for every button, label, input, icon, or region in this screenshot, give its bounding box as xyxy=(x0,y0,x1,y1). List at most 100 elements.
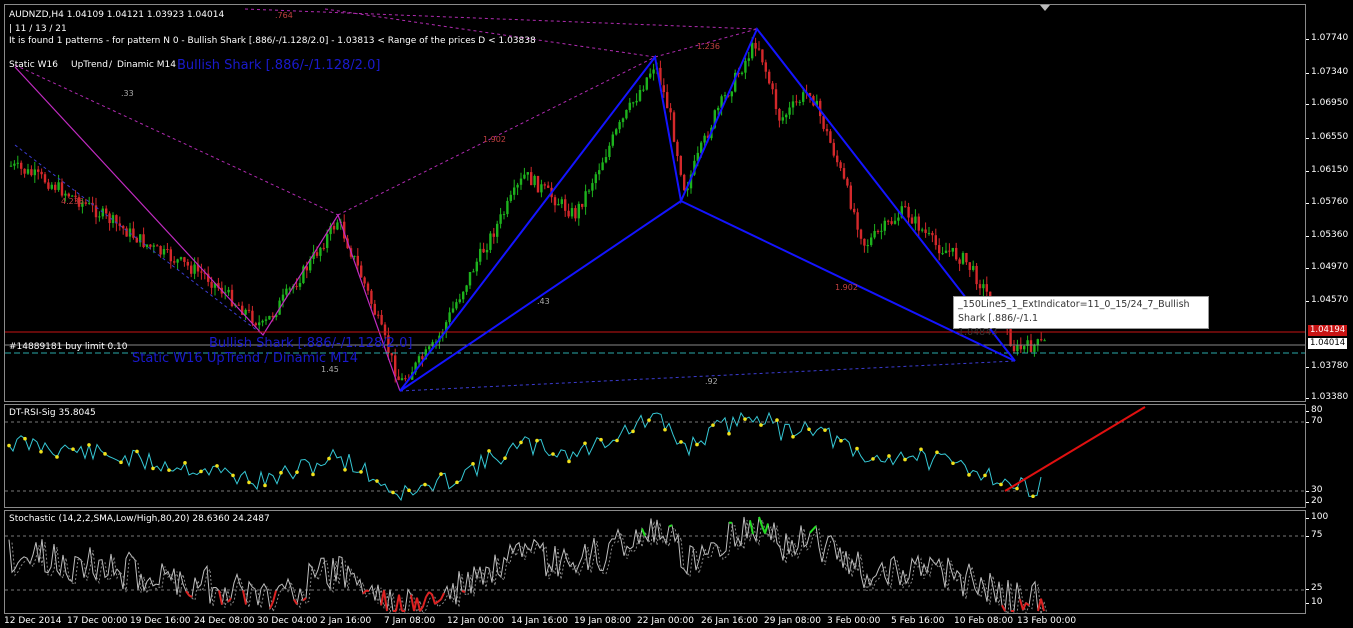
rsi-signal-dot xyxy=(199,469,203,474)
price-chart-panel[interactable]: AUDNZD,H4 1.04109 1.04121 1.03923 1.0401… xyxy=(4,4,1306,402)
fib-145: 1.45 xyxy=(321,365,339,374)
rsi-signal-dot xyxy=(695,442,699,447)
stochastic-label: Stochastic (14,2,2,SMA,Low/High,80,20) 2… xyxy=(9,514,270,524)
rsi-signal-dot xyxy=(103,452,107,456)
time-tick: 12 Jan 00:00 xyxy=(447,616,504,626)
rsi-tick: 30 xyxy=(1306,485,1322,495)
stoch-extreme-segment xyxy=(1022,602,1027,611)
time-tick: 29 Jan 08:00 xyxy=(764,616,821,626)
order-label: #14889181 buy limit 0.10 xyxy=(9,342,128,352)
fib-1902-a: 1.902 xyxy=(483,135,506,144)
rsi-signal-dot xyxy=(967,473,971,477)
price-tick: 1.03780 xyxy=(1306,361,1348,371)
stoch-extreme-segment xyxy=(188,594,193,598)
stoch-extreme-segment xyxy=(428,591,433,596)
rsi-signal-dot xyxy=(231,473,235,478)
stoch-tick: 25 xyxy=(1306,583,1322,593)
stoch-extreme-segment xyxy=(242,590,247,605)
rsi-signal-dot xyxy=(439,472,443,476)
rsi-signal-dot xyxy=(535,438,539,443)
stoch-extreme-segment xyxy=(437,598,442,603)
rsi-signal-dot xyxy=(823,428,827,432)
rsi-signal-dot xyxy=(391,490,395,495)
time-tick: 7 Jan 08:00 xyxy=(384,616,436,626)
price-tick: 1.06150 xyxy=(1306,165,1348,175)
rsi-plot xyxy=(5,406,1305,502)
rsi-signal-dot xyxy=(919,447,923,452)
stoch-extreme-segment xyxy=(809,528,814,534)
limit-price-tag: 1.04194 xyxy=(1308,325,1348,336)
stoch-main-line xyxy=(8,516,1045,613)
rsi-label: DT-RSI-Sig 35.8045 xyxy=(9,408,96,418)
rsi-signal-dot xyxy=(631,429,635,434)
stochastic-axis[interactable]: 100 75 25 10 xyxy=(1306,510,1353,614)
stoch-tick: 100 xyxy=(1306,512,1328,522)
chart-shift-marker-icon[interactable] xyxy=(1040,5,1050,11)
rsi-signal-dot xyxy=(807,427,811,432)
fib-4236: 4.236 xyxy=(61,197,84,206)
rsi-signal-dot xyxy=(487,449,491,453)
rsi-signal-dot xyxy=(583,441,587,446)
rsi-signal-dot xyxy=(839,438,843,443)
rsi-signal-dot xyxy=(871,457,875,461)
pattern-summary: It is found 1 patterns - for pattern N 0… xyxy=(9,36,536,46)
time-tick: 12 Dec 2014 xyxy=(4,616,62,626)
time-tick: 19 Dec 16:00 xyxy=(130,616,191,626)
rsi-signal-dot xyxy=(983,473,987,478)
fib-33: .33 xyxy=(121,89,134,98)
separator-top: / xyxy=(109,60,113,70)
time-tick: 2 Jan 16:00 xyxy=(320,616,372,626)
time-tick: 5 Feb 16:00 xyxy=(891,616,945,626)
shark-pattern-lines xyxy=(399,27,1016,392)
stoch-extreme-segment xyxy=(1025,602,1030,607)
static-label-bottom: Static W16 UpTrend / Dinamic M14 xyxy=(132,351,358,366)
time-axis[interactable]: 12 Dec 2014 17 Dec 00:00 19 Dec 16:00 24… xyxy=(0,615,1353,628)
rsi-signal-dot xyxy=(471,462,475,466)
rsi-panel[interactable]: DT-RSI-Sig 35.8045 xyxy=(4,404,1306,508)
rsi-signal-dot xyxy=(1015,486,1019,491)
price-tick: 1.06550 xyxy=(1306,132,1348,142)
rsi-signal-dot xyxy=(935,450,939,455)
time-tick: 22 Jan 00:00 xyxy=(637,616,694,626)
stoch-level-lines xyxy=(5,535,1305,591)
rsi-signal-dot xyxy=(247,480,251,485)
rsi-signal-dot xyxy=(951,461,955,466)
pattern-counter: | 11 / 13 / 21 xyxy=(9,24,67,34)
rsi-signal-dot xyxy=(151,466,155,471)
rsi-signal-dot xyxy=(663,427,667,432)
rsi-signal-dot xyxy=(359,470,363,474)
time-tick: 26 Jan 16:00 xyxy=(701,616,758,626)
rsi-signal-dot xyxy=(615,438,619,443)
rsi-tick: 70 xyxy=(1306,416,1322,426)
rsi-signal-dot xyxy=(519,440,523,445)
tooltip-line-2: 1.04843 xyxy=(958,327,998,338)
fib-1902-b: 1.902 xyxy=(835,283,858,292)
rsi-signal-dot xyxy=(263,483,267,488)
symbol-header: AUDNZD,H4 1.04109 1.04121 1.03923 1.0401… xyxy=(9,10,225,20)
time-tick: 19 Jan 08:00 xyxy=(574,616,631,626)
rsi-signal-dot xyxy=(167,468,171,472)
bid-price-tag: 1.04014 xyxy=(1308,338,1348,349)
stoch-extreme-segment xyxy=(431,593,436,605)
fib-764: .764 xyxy=(275,11,293,20)
rsi-signal-dot xyxy=(551,452,555,456)
stochastic-panel[interactable]: Stochastic (14,2,2,SMA,Low/High,80,20) 2… xyxy=(4,510,1306,614)
price-tick: 1.04970 xyxy=(1306,262,1348,272)
rsi-signal-dot xyxy=(87,443,91,447)
time-tick: 17 Dec 00:00 xyxy=(67,616,128,626)
rsi-signal-dot xyxy=(71,447,75,451)
price-tick: 1.07340 xyxy=(1306,67,1348,77)
stoch-extreme-segment xyxy=(764,523,769,534)
rsi-signal-dot xyxy=(503,456,507,460)
price-tick: 1.04570 xyxy=(1306,295,1348,305)
price-tick: 1.05360 xyxy=(1306,230,1348,240)
rsi-signal-dot xyxy=(727,431,731,436)
indicator-tooltip: _150Line5_1_ExtIndicator=11_0_15/24_7_Bu… xyxy=(953,296,1209,338)
tooltip-line-1: _150Line5_1_ExtIndicator=11_0_15/24_7_Bu… xyxy=(958,299,1190,324)
rsi-signal-dot xyxy=(743,417,747,421)
rsi-line xyxy=(8,411,1042,502)
rsi-signal-dot xyxy=(327,456,331,461)
rsi-signal-dot xyxy=(775,418,779,422)
rsi-signal-dot xyxy=(407,488,411,493)
rsi-axis[interactable]: 80 70 30 20 xyxy=(1306,404,1353,508)
